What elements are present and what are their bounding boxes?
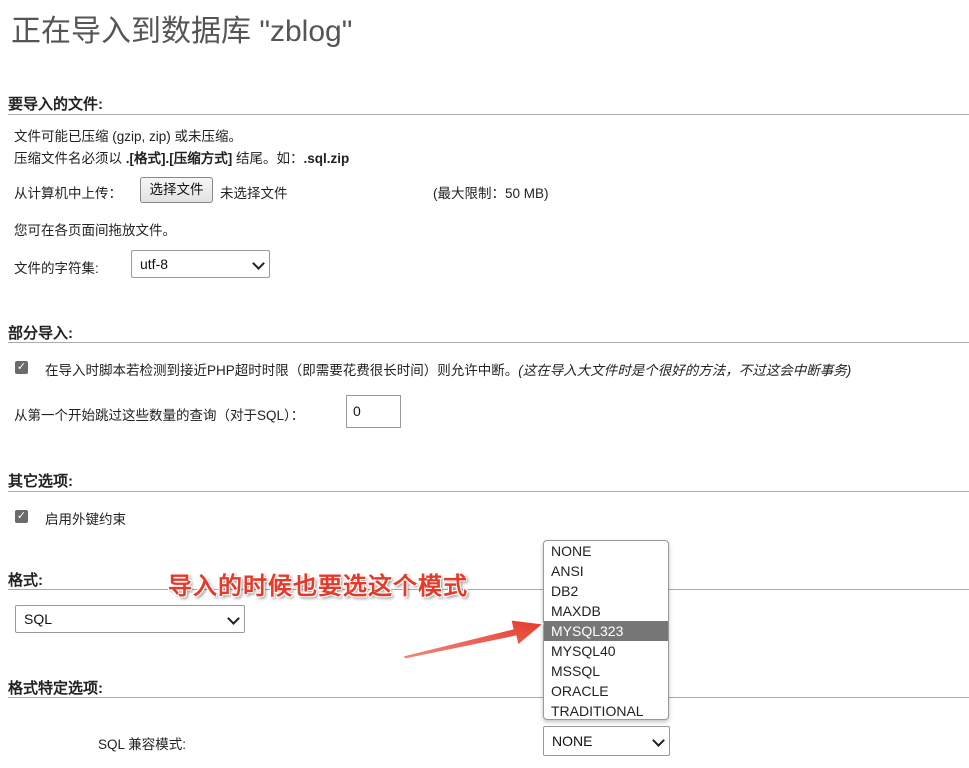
divider [8, 697, 969, 698]
arrow-shape [402, 619, 545, 660]
partial-import-heading: 部分导入: [8, 325, 73, 342]
divider [8, 114, 969, 115]
skip-queries-input[interactable]: 0 [346, 395, 401, 428]
divider [8, 491, 969, 492]
interrupt-label: 在导入时脚本若检测到接近PHP超时时限（即需要花费很长时间）则允许中断。 [45, 363, 519, 378]
choose-file-button[interactable]: 选择文件 [140, 177, 213, 203]
no-file-text: 未选择文件 [220, 186, 288, 201]
chevron-down-icon [652, 734, 665, 747]
drag-drop-hint: 您可在各页面间拖放文件。 [14, 223, 176, 238]
charset-label: 文件的字符集: [14, 261, 99, 276]
foreign-key-label: 启用外键约束 [45, 512, 126, 527]
skip-queries-label: 从第一个开始跳过这些数量的查询（对于SQL）： [14, 408, 305, 423]
file-section-heading: 要导入的文件: [8, 96, 103, 113]
compat-option-none[interactable]: NONE [544, 541, 668, 561]
sql-compat-select[interactable]: NONE [543, 726, 670, 756]
compat-option-mssql[interactable]: MSSQL [544, 661, 668, 681]
check-icon: ✓ [16, 361, 27, 373]
page-title: 正在导入到数据库 "zblog" [11, 15, 353, 48]
sql-compat-select-value: NONE [552, 733, 593, 749]
max-upload-limit: (最大限制：50 MB) [433, 186, 549, 201]
compression-note: 文件可能已压缩 (gzip, zip) 或未压缩。 [14, 129, 243, 144]
filename-note-mid: 结尾。如： [232, 151, 304, 166]
sql-compat-label: SQL 兼容模式: [98, 737, 187, 752]
filename-note: 压缩文件名必须以 .[格式].[压缩方式] 结尾。如：.sql.zip [14, 147, 349, 167]
compat-option-oracle[interactable]: ORACLE [544, 681, 668, 701]
check-icon: ✓ [16, 510, 27, 522]
chevron-down-icon [252, 257, 265, 270]
format-select[interactable]: SQL [15, 605, 245, 633]
interrupt-hint: (这在导入大文件时是个很好的方法，不过这会中断事务) [518, 363, 852, 378]
compat-option-ansi[interactable]: ANSI [544, 561, 668, 581]
chevron-down-icon [227, 612, 240, 625]
compat-option-traditional[interactable]: TRADITIONAL [544, 701, 668, 719]
foreign-key-checkbox[interactable]: ✓ [15, 510, 28, 523]
compat-option-db2[interactable]: DB2 [544, 581, 668, 601]
interrupt-checkbox[interactable]: ✓ [15, 361, 28, 374]
upload-label: 从计算机中上传： [14, 186, 122, 201]
format-heading: 格式: [8, 572, 43, 589]
format-specific-heading: 格式特定选项: [8, 680, 103, 697]
annotation-text: 导入的时候也要选这个模式 [168, 573, 468, 600]
other-options-heading: 其它选项: [8, 473, 73, 490]
filename-format-pattern: .[格式].[压缩方式] [125, 151, 233, 166]
compat-option-maxdb[interactable]: MAXDB [544, 601, 668, 621]
filename-example: .sql.zip [303, 151, 350, 166]
divider [8, 342, 969, 343]
interrupt-option: 在导入时脚本若检测到接近PHP超时时限（即需要花费很长时间）则允许中断。(这在导… [45, 359, 851, 379]
divider [8, 589, 969, 590]
charset-select[interactable]: utf-8 [131, 250, 270, 278]
compat-option-mysql323[interactable]: MYSQL323 [544, 621, 668, 641]
filename-note-prefix: 压缩文件名必须以 [14, 151, 126, 166]
format-select-value: SQL [24, 611, 53, 627]
compat-option-mysql40[interactable]: MYSQL40 [544, 641, 668, 661]
sql-compat-dropdown[interactable]: NONE ANSI DB2 MAXDB MYSQL323 MYSQL40 MSS… [543, 540, 669, 720]
charset-select-value: utf-8 [140, 256, 169, 272]
red-arrow-icon [402, 619, 545, 660]
